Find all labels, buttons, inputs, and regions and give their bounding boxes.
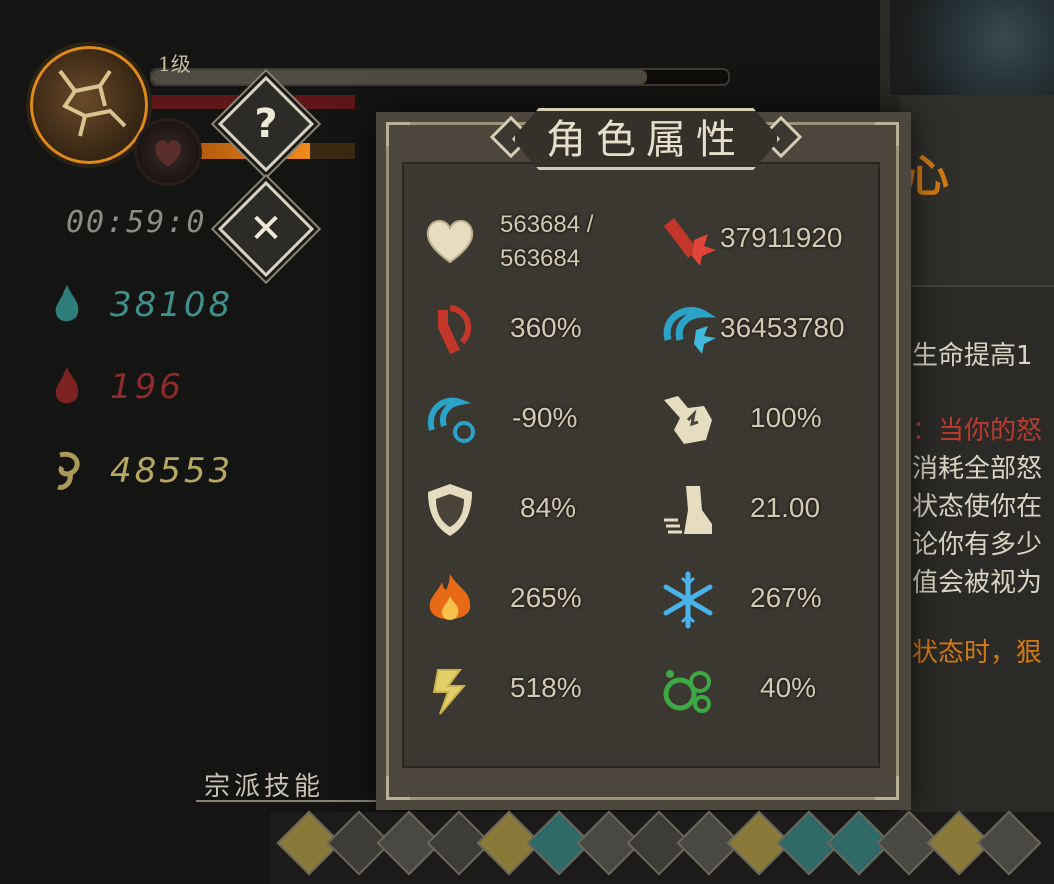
level-label: 1级 [158, 52, 191, 76]
stat-value: 265% [510, 582, 582, 613]
poison-icon [663, 670, 711, 713]
skill-detail-line: 生命提高1 [912, 341, 1033, 371]
blue-flame-icon [55, 285, 79, 322]
stat-value: 21.00 [750, 492, 821, 523]
hp-bar [150, 68, 730, 86]
hp-bar-fill [152, 70, 648, 84]
cracked-orb-icon [58, 69, 127, 137]
skill-detail-line: 值会被视为 [912, 568, 1043, 598]
lightning-icon [432, 669, 467, 715]
attack-icon [664, 218, 716, 266]
speed-icon [664, 486, 712, 534]
skill-slot[interactable] [976, 810, 1042, 876]
resource-row: 48553 [50, 446, 233, 496]
frame-corner [875, 122, 899, 146]
resource-value: 48553 [110, 451, 234, 491]
modal-title: 角色属性 [546, 117, 746, 163]
stat-value: 267% [750, 582, 822, 613]
resource-value: 196 [110, 367, 184, 407]
stat-value: 518% [510, 672, 582, 703]
skill-detail-line: 状态使你在 [912, 492, 1043, 522]
game-timer: 00:59:0 [66, 205, 207, 240]
skill-bar [270, 810, 1054, 884]
ice-icon [663, 571, 713, 629]
divider [196, 800, 386, 802]
shield-icon [428, 484, 472, 536]
cooldown-icon [427, 397, 475, 443]
heart-icon [426, 220, 474, 264]
frame-corner [875, 776, 899, 800]
stat-value: -90% [512, 402, 578, 433]
close-icon: ✕ [249, 206, 283, 252]
magic-attack-icon [663, 306, 717, 354]
crit-rate-icon [438, 305, 472, 354]
frame-corner [386, 776, 410, 800]
heart-orb-icon [134, 118, 202, 186]
skill-detail-line: 论你有多少 [912, 530, 1043, 560]
fire-icon [429, 574, 471, 620]
stat-value: 36453780 [720, 312, 845, 343]
frame-corner [386, 122, 410, 146]
stat-value: 84% [520, 492, 577, 523]
stat-value: 360% [510, 312, 582, 343]
skill-detail-line: ：当你的怒 [912, 410, 1042, 447]
resource-row: 38108 [50, 280, 233, 330]
stat-value-hp: 563684 / 563684 [500, 211, 594, 272]
scenery-top-right [890, 0, 1054, 95]
resource-value: 38108 [110, 285, 234, 325]
close-button[interactable]: ✕ [217, 180, 315, 278]
skill-detail-colon: ：当你的怒 [912, 416, 1043, 446]
skill-detail-title: 心 [905, 151, 949, 202]
sect-skills-label: 宗派技能 [204, 772, 325, 802]
strength-icon [664, 396, 712, 444]
red-flame-icon [55, 367, 79, 404]
skill-detail-line: 状态时，狠 [912, 638, 1043, 668]
stat-value: 40% [760, 672, 817, 703]
question-icon: ? [254, 101, 278, 147]
stat-value: 37911920 [720, 222, 843, 253]
skill-detail-line: 消耗全部怒 [912, 454, 1043, 484]
stat-value: 100% [750, 402, 822, 433]
resource-row: 196 [50, 362, 184, 412]
yellow-spirit-icon [57, 451, 80, 490]
